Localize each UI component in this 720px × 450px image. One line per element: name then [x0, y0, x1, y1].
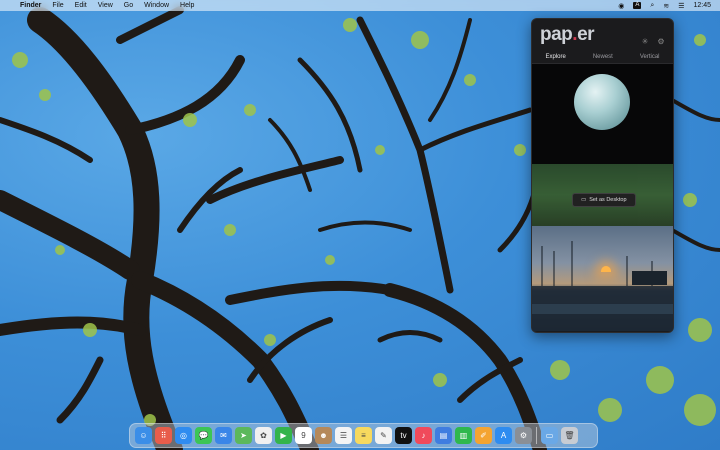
paper-status-icon[interactable]: ◉	[618, 2, 624, 10]
set-as-desktop-button[interactable]: ▭ Set as Desktop	[572, 193, 636, 207]
wallpaper-card-harbor[interactable]	[532, 226, 673, 331]
mail-icon[interactable]: ✉	[215, 427, 232, 444]
pages-icon[interactable]: ✐	[475, 427, 492, 444]
paper-logo: pap.er	[540, 24, 595, 45]
messages-icon[interactable]: 💬	[195, 427, 212, 444]
paper-app-panel: pap.er ✳ ⚙ Explore Newest Vertical ▭ Set…	[531, 18, 674, 333]
wallpaper-card-hover[interactable]: ▭ Set as Desktop	[532, 164, 673, 226]
menu-file[interactable]: File	[52, 2, 63, 9]
tab-vertical[interactable]: Vertical	[636, 52, 664, 62]
safari-icon[interactable]: ◎	[175, 427, 192, 444]
keynote-icon[interactable]: ▤	[435, 427, 452, 444]
wallpaper-card-planet[interactable]	[532, 64, 673, 164]
appstore-icon[interactable]: A	[495, 427, 512, 444]
launchpad-icon[interactable]: ⠿	[155, 427, 172, 444]
tab-bar: Explore Newest Vertical	[532, 51, 673, 65]
numbers-icon[interactable]: ▥	[455, 427, 472, 444]
dock-separator	[536, 427, 537, 444]
wifi-icon[interactable]: ≋	[663, 2, 669, 10]
menu-app-name[interactable]: Finder	[20, 2, 41, 9]
harbor-masts	[532, 241, 673, 331]
spotlight-icon[interactable]: ⌕	[650, 2, 654, 10]
downloads-folder-icon[interactable]: ▭	[541, 427, 558, 444]
settings-icon[interactable]: ⚙	[515, 427, 532, 444]
menu-clock[interactable]: 12:45	[693, 2, 711, 9]
menu-edit[interactable]: Edit	[75, 2, 87, 9]
appletv-icon[interactable]: tv	[395, 427, 412, 444]
notes-icon[interactable]: ≡	[355, 427, 372, 444]
gear-icon[interactable]: ⚙	[657, 38, 665, 46]
reminders-icon[interactable]: ☰	[335, 427, 352, 444]
menu-go[interactable]: Go	[124, 2, 133, 9]
tab-newest[interactable]: Newest	[589, 52, 617, 62]
dock: ☺ ⠿ ◎ 💬 ✉ ➤ ✿ ▶ 9 ☻ ☰ ≡ ✎ tv ♪ ▤ ▥ ✐ A ⚙ ▭ 🗑	[129, 423, 598, 448]
input-source-badge[interactable]: A	[633, 2, 642, 9]
control-center-icon[interactable]: ☰	[678, 2, 684, 10]
menu-view[interactable]: View	[98, 2, 113, 9]
contacts-icon[interactable]: ☻	[315, 427, 332, 444]
menu-bar: Finder File Edit View Go Window Help ◉ A…	[0, 0, 720, 11]
menu-window[interactable]: Window	[144, 2, 169, 9]
freeform-icon[interactable]: ✎	[375, 427, 392, 444]
menu-help[interactable]: Help	[180, 2, 194, 9]
trash-icon[interactable]: 🗑	[561, 427, 578, 444]
finder-icon[interactable]: ☺	[135, 427, 152, 444]
monitor-icon: ▭	[581, 197, 587, 203]
facetime-icon[interactable]: ▶	[275, 427, 292, 444]
tab-explore[interactable]: Explore	[541, 52, 571, 65]
maps-icon[interactable]: ➤	[235, 427, 252, 444]
calendar-icon[interactable]: 9	[295, 427, 312, 444]
refresh-icon[interactable]: ✳	[641, 38, 649, 46]
music-icon[interactable]: ♪	[415, 427, 432, 444]
planet-thumbnail	[574, 74, 630, 130]
panel-header: pap.er ✳ ⚙	[532, 19, 673, 51]
photos-icon[interactable]: ✿	[255, 427, 272, 444]
